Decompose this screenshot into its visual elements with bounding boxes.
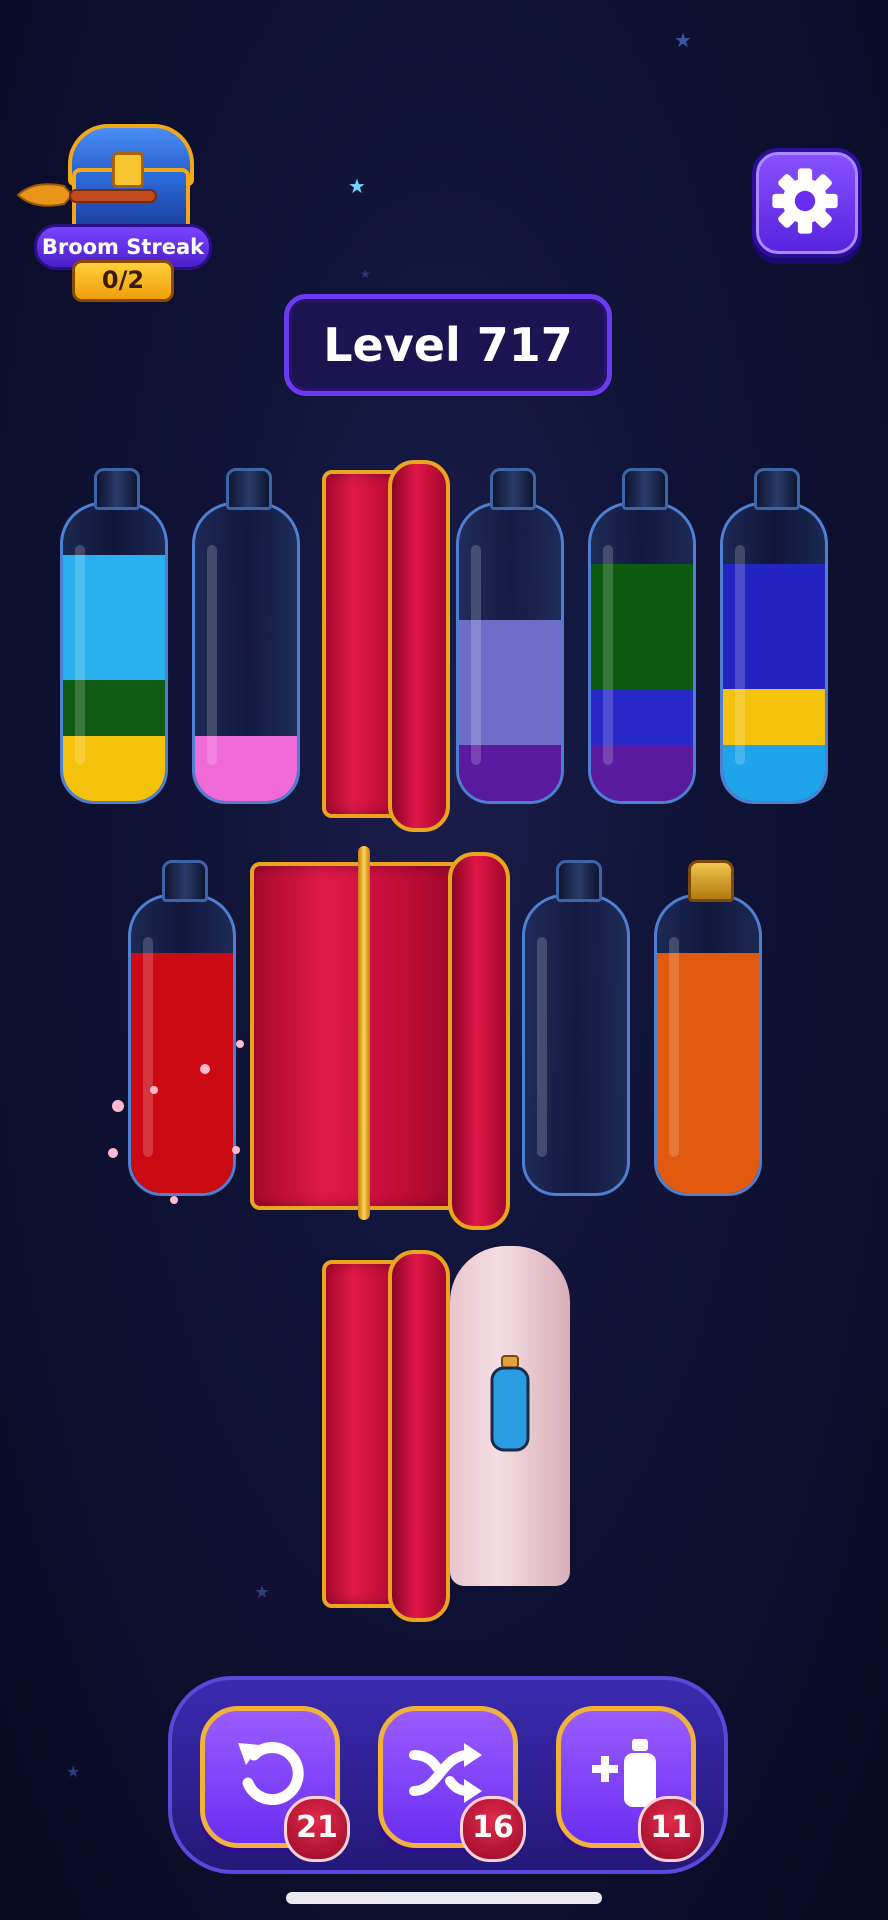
broom-streak-widget[interactable]: Broom Streak 0/2: [14, 118, 212, 302]
bottle-neck: [226, 468, 272, 510]
bottle-5[interactable]: [588, 468, 696, 808]
bottle-8[interactable]: [522, 860, 630, 1200]
bottle-glass: [720, 502, 828, 804]
sparkle-effect: [232, 1146, 240, 1154]
sparkle-effect: [170, 1196, 178, 1204]
glass-shine: [75, 545, 85, 765]
glass-shine: [537, 937, 547, 1157]
glass-shine: [143, 937, 153, 1157]
curtain-roll: [448, 852, 510, 1230]
sparkle-effect: [200, 1064, 210, 1074]
bottle-glass: [654, 894, 762, 1196]
level-title: Level 717: [284, 294, 612, 396]
bottle-7[interactable]: [128, 860, 236, 1200]
bottle-9[interactable]: [654, 860, 762, 1200]
glass-shine: [603, 545, 613, 765]
bottle-1[interactable]: [60, 468, 168, 808]
bottle-neck: [490, 468, 536, 510]
bottle-neck: [754, 468, 800, 510]
glass-shine: [735, 545, 745, 765]
bottle-glass: [456, 502, 564, 804]
sparkle-effect: [236, 1040, 244, 1048]
bottle-neck: [94, 468, 140, 510]
curtain-roll: [388, 460, 450, 832]
bottle-4[interactable]: [456, 468, 564, 808]
star-decor: ★: [66, 1762, 81, 1781]
bottle-2[interactable]: [192, 468, 300, 808]
bottle-glass: [192, 502, 300, 804]
bottle-glass: [588, 502, 696, 804]
bottle-glass: [128, 894, 236, 1196]
sparkle-effect: [108, 1148, 118, 1158]
curtain-roll: [388, 1250, 450, 1622]
bottle-neck: [556, 860, 602, 902]
bottle-glass: [60, 502, 168, 804]
gear-icon: [772, 168, 838, 234]
bottle-neck: [162, 860, 208, 902]
undo-count-badge: 21: [284, 1796, 350, 1862]
star-decor: ★: [674, 28, 692, 52]
bottle-6[interactable]: [720, 468, 828, 808]
glass-shine: [207, 545, 217, 765]
star-decor: ★: [360, 267, 371, 281]
settings-button[interactable]: [752, 148, 862, 258]
bottle-neck: [688, 860, 734, 902]
bottle-neck: [622, 468, 668, 510]
shuffle-count-badge: 16: [460, 1796, 526, 1862]
star-decor: ★: [254, 1582, 271, 1603]
sparkle-effect: [150, 1086, 158, 1094]
curtain-rod: [358, 846, 370, 1220]
glass-shine: [471, 545, 481, 765]
broom-streak-count: 0/2: [72, 260, 174, 302]
sparkle-effect: [112, 1100, 124, 1112]
bottle-glass: [522, 894, 630, 1196]
star-decor: ★: [348, 174, 366, 198]
cloth-covered-bottle[interactable]: [450, 1246, 570, 1586]
add-bottle-count-badge: 11: [638, 1796, 704, 1862]
broom-icon: [16, 183, 157, 207]
home-indicator[interactable]: [286, 1892, 602, 1904]
glass-shine: [669, 937, 679, 1157]
bottle-icon: [490, 1355, 530, 1452]
